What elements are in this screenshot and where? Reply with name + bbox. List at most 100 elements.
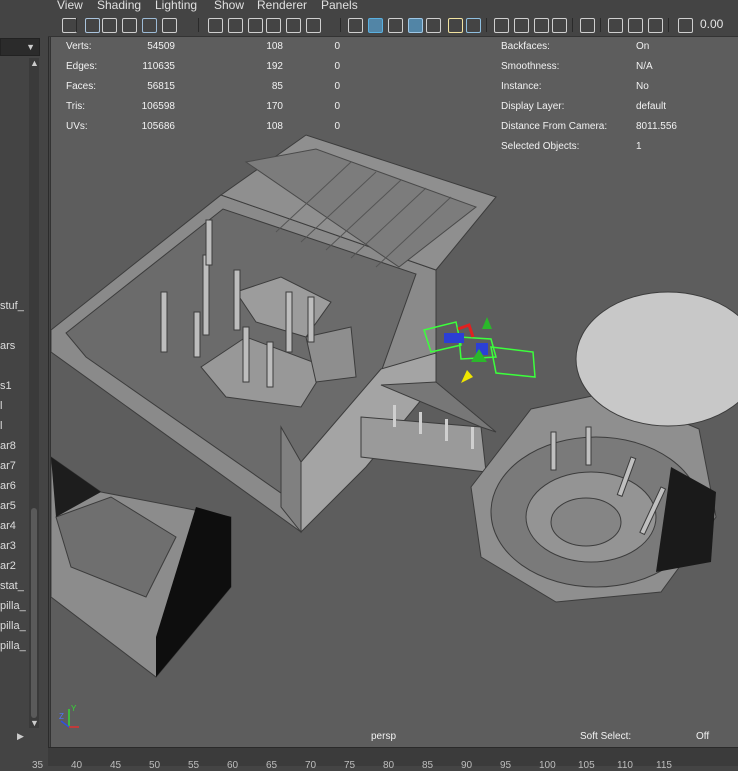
outliner-item[interactable]: _stat — [0, 580, 28, 592]
select-camera-icon[interactable] — [62, 18, 77, 33]
hud-info-value: On — [636, 41, 650, 52]
time-ruler-tick-label: 80 — [383, 760, 395, 771]
soft-select-label: Soft Select: — [580, 731, 632, 742]
use-all-lights-icon[interactable] — [448, 18, 463, 33]
motion-blur-icon[interactable] — [514, 18, 529, 33]
outliner-item[interactable]: _pilla — [0, 600, 28, 612]
outliner-scrollbar[interactable] — [29, 58, 39, 728]
xray-icon[interactable] — [608, 18, 623, 33]
outliner-filter-dropdown[interactable]: ▼ — [0, 38, 40, 56]
toolbar-separator — [572, 18, 573, 32]
outliner-item[interactable]: ar4 — [0, 520, 28, 532]
bookmark-icon[interactable] — [102, 18, 117, 33]
resolution-gate-icon[interactable] — [228, 18, 243, 33]
outliner-panel: ▼ ▲ ▼ ▶ _stufars s1 l l ar8 ar7 ar6 ar5 ar4 ar3 ar… — [0, 0, 49, 765]
image-plane-icon[interactable] — [122, 18, 137, 33]
toolbar-separator — [668, 18, 669, 32]
viewport-persp[interactable]: Y Z Verts: 54509 108 0 Edges: 110635 192 0 Faces… — [50, 37, 738, 747]
time-ruler-tick-label: 75 — [344, 760, 356, 771]
smooth-shade-icon[interactable] — [368, 18, 383, 33]
time-ruler-tick-label: 55 — [188, 760, 200, 771]
scroll-down-arrow-icon[interactable]: ▼ — [30, 718, 39, 728]
hud-stat-label: Verts: — [66, 41, 92, 52]
outliner-item[interactable]: ar8 — [0, 440, 28, 452]
xray-active-components-icon[interactable] — [648, 18, 663, 33]
hud-stat-selected: 0 — [334, 41, 340, 52]
hud-info-value: 1 — [636, 141, 642, 152]
wireframe-on-shaded-icon[interactable] — [408, 18, 423, 33]
hud-stat-label: Faces: — [66, 81, 97, 92]
hud-stat-label: Tris: — [66, 101, 86, 112]
toolbar-separator — [486, 18, 487, 32]
safe-action-icon[interactable] — [286, 18, 301, 33]
outliner-item[interactable]: ar7 — [0, 460, 28, 472]
time-ruler-tick-label: 70 — [305, 760, 317, 771]
wireframe-icon[interactable] — [348, 18, 363, 33]
time-ruler-tick-label: 85 — [422, 760, 434, 771]
menu-renderer[interactable]: Renderer — [257, 0, 307, 12]
outliner-item[interactable]: s1 — [0, 380, 28, 392]
toolbar-separator — [340, 18, 341, 32]
toolbar-separator — [198, 18, 199, 32]
svg-text:Z: Z — [59, 712, 64, 721]
outliner-item[interactable]: l — [0, 400, 28, 412]
hud-info-value: N/A — [636, 61, 653, 72]
depth-of-field-icon[interactable] — [552, 18, 567, 33]
screen-space-ambient-occlusion-icon[interactable] — [494, 18, 509, 33]
outliner-item[interactable]: ars — [0, 340, 28, 352]
hud-stat-selected: 0 — [334, 61, 340, 72]
time-ruler-tick-label: 50 — [149, 760, 161, 771]
time-ruler-tick-label: 90 — [461, 760, 473, 771]
shadows-icon[interactable] — [466, 18, 481, 33]
outliner-item[interactable]: ar5 — [0, 500, 28, 512]
soft-select-value: Off — [696, 731, 710, 742]
time-slider[interactable]: 35 40 45 50 55 60 65 70 75 80 85 90 95 100 105 110 115 — [32, 747, 738, 771]
time-ruler-tick-label: 45 — [110, 760, 122, 771]
hud-stat-scene: 54509 — [147, 41, 175, 52]
scene-geometry[interactable]: Y Z — [51, 37, 738, 747]
outliner-item[interactable]: l — [0, 420, 28, 432]
hud-info-value: 8011.556 — [636, 121, 677, 132]
outliner-item[interactable]: _pilla — [0, 620, 28, 632]
isolate-select-icon[interactable] — [580, 18, 595, 33]
grid-icon[interactable] — [162, 18, 177, 33]
hud-stat-label: UVs: — [66, 121, 88, 132]
outliner-item[interactable]: _pilla — [0, 640, 28, 652]
multisample-antialiasing-icon[interactable] — [534, 18, 549, 33]
hud-stat-selected: 0 — [334, 81, 340, 92]
menu-shading[interactable]: Shading — [97, 0, 141, 12]
scroll-up-arrow-icon[interactable]: ▲ — [30, 58, 39, 68]
hud-stat-label: Edges: — [66, 61, 98, 72]
scrollbar-thumb[interactable] — [31, 508, 37, 718]
scroll-right-arrow-icon[interactable]: ▶ — [17, 731, 24, 742]
outliner-item[interactable]: _stuf — [0, 300, 28, 312]
menu-lighting[interactable]: Lighting — [155, 0, 197, 12]
default-material-icon[interactable] — [388, 18, 403, 33]
field-chart-icon[interactable] — [266, 18, 281, 33]
menu-view[interactable]: View — [57, 0, 83, 12]
hud-stat-selected: 0 — [334, 101, 340, 112]
menu-show[interactable]: Show — [214, 0, 244, 12]
menu-panels[interactable]: Panels — [321, 0, 358, 12]
camera-attributes-icon[interactable] — [85, 18, 100, 33]
xray-joints-icon[interactable] — [628, 18, 643, 33]
exposure-value-field[interactable]: 0.00 — [700, 17, 723, 31]
time-ruler-tick-label: 35 — [32, 760, 44, 771]
hud-info-label: Instance: — [501, 81, 542, 92]
time-ruler-tick-label: 65 — [266, 760, 278, 771]
grease-pencil-icon[interactable] — [142, 18, 157, 33]
outliner-item[interactable]: ar6 — [0, 480, 28, 492]
chevron-down-icon: ▼ — [26, 42, 35, 52]
svg-text:Y: Y — [71, 704, 77, 713]
toolbar-separator — [600, 18, 601, 32]
outliner-item[interactable]: ar2 — [0, 560, 28, 572]
exposure-icon[interactable] — [678, 18, 693, 33]
toolbar-separator — [76, 18, 77, 32]
textured-icon[interactable] — [426, 18, 441, 33]
hud-stat-scene: 105686 — [141, 121, 175, 132]
gate-mask-icon[interactable] — [248, 18, 263, 33]
film-gate-icon[interactable] — [208, 18, 223, 33]
time-ruler-tick-label: 40 — [71, 760, 83, 771]
safe-title-icon[interactable] — [306, 18, 321, 33]
outliner-item[interactable]: ar3 — [0, 540, 28, 552]
